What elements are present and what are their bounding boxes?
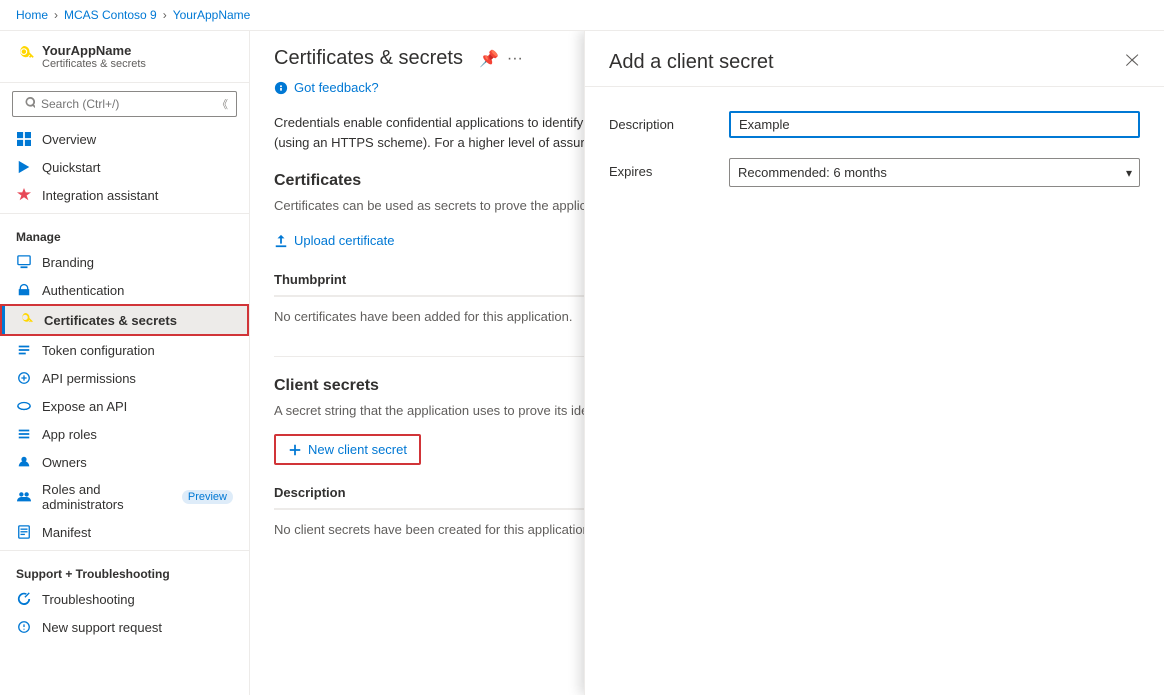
sidebar-item-quickstart[interactable]: Quickstart — [0, 153, 249, 181]
upload-icon — [274, 234, 288, 248]
integration-icon — [16, 187, 32, 203]
more-button[interactable]: ··· — [507, 49, 523, 69]
troubleshooting-icon — [16, 591, 32, 607]
branding-label: Branding — [42, 255, 94, 270]
sidebar-item-token[interactable]: Token configuration — [0, 336, 249, 364]
description-control — [729, 111, 1140, 138]
manage-divider — [0, 213, 249, 214]
new-client-secret-button[interactable]: New client secret — [274, 434, 421, 465]
close-icon — [1124, 52, 1140, 68]
new-support-label: New support request — [42, 620, 162, 635]
panel-close-button[interactable] — [1124, 52, 1140, 73]
sidebar-item-new-support[interactable]: New support request — [0, 613, 249, 641]
new-support-icon — [16, 619, 32, 635]
owners-label: Owners — [42, 455, 87, 470]
authentication-label: Authentication — [42, 283, 124, 298]
expose-api-icon — [16, 398, 32, 414]
plus-icon — [288, 443, 302, 457]
new-secret-label: New client secret — [308, 442, 407, 457]
roles-admin-label: Roles and administrators — [42, 482, 168, 512]
expires-label: Expires — [609, 158, 729, 179]
support-section-title: Support + Troubleshooting — [0, 555, 249, 585]
description-input[interactable] — [729, 111, 1140, 138]
expires-control: Recommended: 6 months 3 months 12 months… — [729, 158, 1140, 187]
sidebar-page-name: Certificates & secrets — [42, 58, 146, 70]
certificates-icon — [18, 312, 34, 328]
breadcrumb-mcas[interactable]: MCAS Contoso 9 — [64, 8, 157, 22]
branding-icon — [16, 254, 32, 270]
support-divider — [0, 550, 249, 551]
pin-button[interactable]: 📌 — [479, 49, 499, 69]
sidebar-item-manifest[interactable]: Manifest — [0, 518, 249, 546]
authentication-icon — [16, 282, 32, 298]
upload-certificate-button[interactable]: Upload certificate — [274, 229, 394, 252]
api-permissions-label: API permissions — [42, 371, 136, 386]
quickstart-icon — [16, 159, 32, 175]
search-box[interactable]: 《 — [12, 91, 237, 117]
troubleshooting-label: Troubleshooting — [42, 592, 135, 607]
panel-header: Add a client secret — [585, 31, 1164, 87]
collapse-icon[interactable]: 《 — [217, 96, 228, 112]
sidebar-item-troubleshooting[interactable]: Troubleshooting — [0, 585, 249, 613]
panel-body: Description Expires Recommended: 6 month… — [585, 87, 1164, 695]
api-icon — [16, 370, 32, 386]
manifest-label: Manifest — [42, 525, 91, 540]
sidebar-item-branding[interactable]: Branding — [0, 248, 249, 276]
sidebar-item-api-permissions[interactable]: API permissions — [0, 364, 249, 392]
expose-api-label: Expose an API — [42, 399, 127, 414]
description-row: Description — [609, 111, 1140, 138]
sidebar-item-owners[interactable]: Owners — [0, 448, 249, 476]
expires-row: Expires Recommended: 6 months 3 months 1… — [609, 158, 1140, 187]
certificates-label: Certificates & secrets — [44, 313, 177, 328]
sidebar-item-integration[interactable]: Integration assistant — [0, 181, 249, 209]
breadcrumb-home[interactable]: Home — [16, 8, 48, 22]
sidebar-app-name: YourAppName — [42, 43, 146, 58]
description-label: Description — [609, 111, 729, 132]
preview-badge: Preview — [182, 490, 233, 504]
panel-title: Add a client secret — [609, 51, 774, 74]
manifest-icon — [16, 524, 32, 540]
expires-select[interactable]: Recommended: 6 months 3 months 12 months… — [729, 158, 1140, 187]
sidebar-item-overview[interactable]: Overview — [0, 125, 249, 153]
app-roles-icon — [16, 426, 32, 442]
sidebar-header: YourAppName Certificates & secrets — [0, 31, 249, 83]
content-area: Certificates & secrets 📌 ··· Got feedbac… — [250, 31, 1164, 695]
sidebar-item-app-roles[interactable]: App roles — [0, 420, 249, 448]
sidebar-item-certificates[interactable]: Certificates & secrets — [0, 304, 249, 336]
breadcrumb: Home › MCAS Contoso 9 › YourAppName — [0, 0, 1164, 31]
integration-label: Integration assistant — [42, 188, 158, 203]
token-icon — [16, 342, 32, 358]
token-label: Token configuration — [42, 343, 155, 358]
app-roles-label: App roles — [42, 427, 97, 442]
overview-icon — [16, 131, 32, 147]
sidebar: YourAppName Certificates & secrets 《 Ove… — [0, 31, 250, 695]
breadcrumb-app[interactable]: YourAppName — [173, 8, 251, 22]
search-input[interactable] — [41, 97, 211, 111]
owners-icon — [16, 454, 32, 470]
main-layout: YourAppName Certificates & secrets 《 Ove… — [0, 31, 1164, 695]
roles-admin-icon — [16, 489, 32, 505]
key-icon — [16, 46, 34, 67]
content-actions: 📌 ··· — [479, 49, 523, 69]
upload-btn-label: Upload certificate — [294, 233, 394, 248]
sidebar-item-expose-api[interactable]: Expose an API — [0, 392, 249, 420]
sidebar-item-roles-admin[interactable]: Roles and administrators Preview — [0, 476, 249, 518]
overview-label: Overview — [42, 132, 96, 147]
feedback-label: Got feedback? — [294, 80, 379, 95]
manage-section-title: Manage — [0, 218, 249, 248]
feedback-icon — [274, 81, 288, 95]
quickstart-label: Quickstart — [42, 160, 101, 175]
sidebar-item-authentication[interactable]: Authentication — [0, 276, 249, 304]
search-icon — [21, 97, 35, 111]
add-client-secret-panel: Add a client secret Description Expires — [584, 31, 1164, 695]
page-title: Certificates & secrets — [274, 47, 463, 70]
